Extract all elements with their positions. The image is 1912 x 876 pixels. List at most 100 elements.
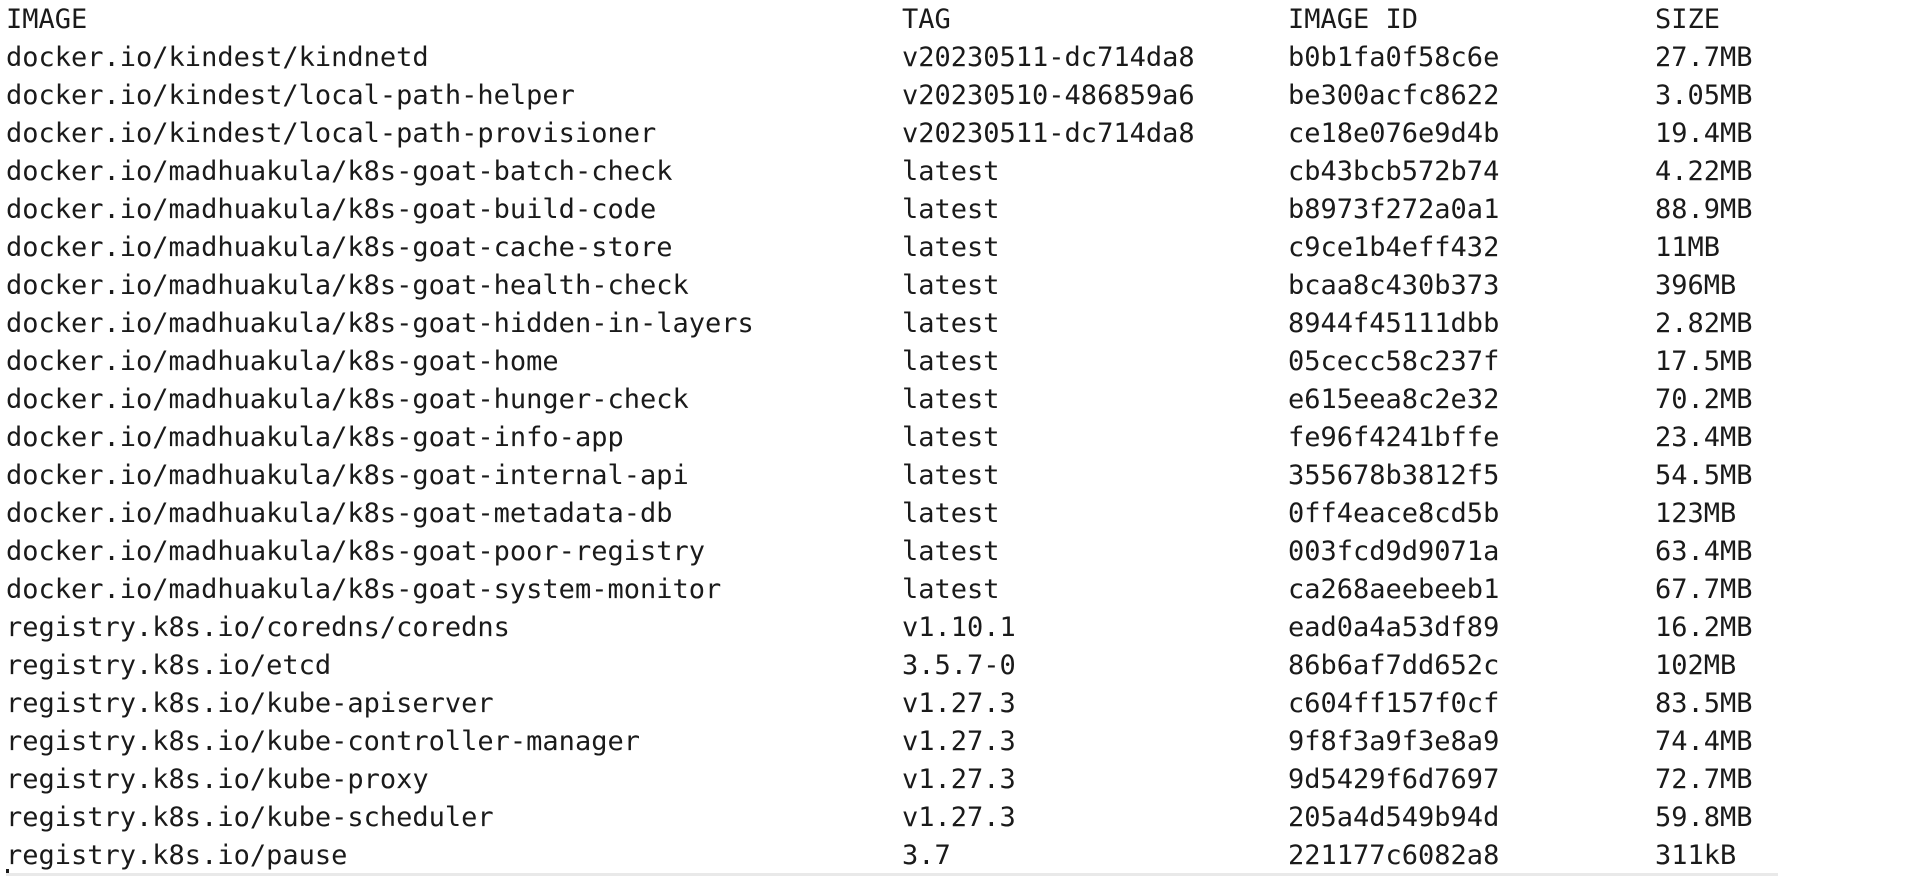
cell-size: 23.4MB (1655, 422, 1753, 453)
column-header-tag: TAG (902, 4, 951, 35)
cell-size: 54.5MB (1655, 460, 1753, 491)
cell-size: 311kB (1655, 840, 1737, 871)
cell-image: docker.io/kindest/local-path-helper (6, 80, 575, 111)
cell-image: registry.k8s.io/etcd (6, 650, 332, 681)
cell-image-id: e615eea8c2e32 (1288, 384, 1500, 415)
cell-image-id: ead0a4a53df89 (1288, 612, 1500, 643)
cell-size: 67.7MB (1655, 574, 1753, 605)
terminal-output: IMAGE TAG IMAGE ID SIZE docker.io/kindes… (0, 0, 1912, 876)
cell-tag: latest (902, 384, 1000, 415)
table-row: docker.io/madhuakula/k8s-goat-cache-stor… (0, 229, 1912, 267)
table-row: registry.k8s.io/etcd 3.5.7-0 86b6af7dd652c… (0, 647, 1912, 685)
table-row: registry.k8s.io/kube-controller-manager v… (0, 723, 1912, 761)
cell-tag: latest (902, 194, 1000, 225)
cell-image: registry.k8s.io/pause (6, 840, 348, 871)
cell-image-id: b0b1fa0f58c6e (1288, 42, 1500, 73)
table-row: docker.io/madhuakula/k8s-goat-system-mon… (0, 571, 1912, 609)
image-list: docker.io/kindest/kindnetd v20230511-dc71… (0, 39, 1912, 875)
cell-size: 27.7MB (1655, 42, 1753, 73)
table-row: registry.k8s.io/coredns/coredns v1.10.1 ea… (0, 609, 1912, 647)
cell-image-id: 355678b3812f5 (1288, 460, 1500, 491)
cell-size: 17.5MB (1655, 346, 1753, 377)
table-row: docker.io/madhuakula/k8s-goat-hunger-che… (0, 381, 1912, 419)
cell-size: 102MB (1655, 650, 1737, 681)
cell-size: 59.8MB (1655, 802, 1753, 833)
table-row: docker.io/madhuakula/k8s-goat-home latest… (0, 343, 1912, 381)
table-row: docker.io/kindest/local-path-provisioner… (0, 115, 1912, 153)
cell-size: 19.4MB (1655, 118, 1753, 149)
cell-image: docker.io/kindest/kindnetd (6, 42, 429, 73)
cell-tag: latest (902, 346, 1000, 377)
cell-image-id: c9ce1b4eff432 (1288, 232, 1500, 263)
cell-image: registry.k8s.io/kube-scheduler (6, 802, 494, 833)
cell-image: docker.io/madhuakula/k8s-goat-internal-a… (6, 460, 689, 491)
table-row: docker.io/madhuakula/k8s-goat-batch-chec… (0, 153, 1912, 191)
cell-image-id: cb43bcb572b74 (1288, 156, 1500, 187)
cell-tag: latest (902, 232, 1000, 263)
cell-image-id: 05cecc58c237f (1288, 346, 1500, 377)
cell-size: 123MB (1655, 498, 1737, 529)
cell-image-id: ca268aeebeeb1 (1288, 574, 1500, 605)
cell-size: 74.4MB (1655, 726, 1753, 757)
cell-image-id: 205a4d549b94d (1288, 802, 1500, 833)
cell-image-id: 221177c6082a8 (1288, 840, 1500, 871)
table-row: docker.io/madhuakula/k8s-goat-build-code… (0, 191, 1912, 229)
cell-image-id: 9f8f3a9f3e8a9 (1288, 726, 1500, 757)
cell-image: docker.io/madhuakula/k8s-goat-info-app (6, 422, 624, 453)
cell-image-id: be300acfc8622 (1288, 80, 1500, 111)
cell-image: docker.io/madhuakula/k8s-goat-cache-stor… (6, 232, 673, 263)
cell-size: 11MB (1655, 232, 1721, 263)
cell-image: docker.io/madhuakula/k8s-goat-hidden-in-… (6, 308, 754, 339)
table-row: docker.io/kindest/local-path-helper v2023… (0, 77, 1912, 115)
cell-image-id: 003fcd9d9071a (1288, 536, 1500, 567)
cell-image-id: 8944f45111dbb (1288, 308, 1500, 339)
cell-image-id: bcaa8c430b373 (1288, 270, 1500, 301)
column-header-image: IMAGE (6, 4, 88, 35)
column-header-image-id: IMAGE ID (1288, 4, 1419, 35)
cell-tag: v20230510-486859a6 (902, 80, 1195, 111)
cell-tag: v1.27.3 (902, 764, 1016, 795)
cell-size: 83.5MB (1655, 688, 1753, 719)
cell-image: registry.k8s.io/kube-apiserver (6, 688, 494, 719)
table-row: registry.k8s.io/kube-proxy v1.27.3 9d5429f… (0, 761, 1912, 799)
cell-tag: latest (902, 422, 1000, 453)
cell-image: docker.io/madhuakula/k8s-goat-poor-regis… (6, 536, 705, 567)
cell-tag: latest (902, 460, 1000, 491)
cell-image: registry.k8s.io/kube-controller-manager (6, 726, 640, 757)
cell-tag: 3.5.7-0 (902, 650, 1016, 681)
column-header-size: SIZE (1655, 4, 1721, 35)
cell-image: docker.io/madhuakula/k8s-goat-home (6, 346, 559, 377)
cell-size: 63.4MB (1655, 536, 1753, 567)
cell-tag: v1.27.3 (902, 802, 1016, 833)
cell-size: 4.22MB (1655, 156, 1753, 187)
cell-tag: latest (902, 156, 1000, 187)
cell-image: docker.io/madhuakula/k8s-goat-health-che… (6, 270, 689, 301)
table-row: registry.k8s.io/kube-scheduler v1.27.3 205… (0, 799, 1912, 837)
cell-size: 88.9MB (1655, 194, 1753, 225)
cell-image-id: fe96f4241bffe (1288, 422, 1500, 453)
cell-image: docker.io/madhuakula/k8s-goat-system-mon… (6, 574, 722, 605)
table-row: docker.io/kindest/kindnetd v20230511-dc71… (0, 39, 1912, 77)
table-row: docker.io/madhuakula/k8s-goat-hidden-in-… (0, 305, 1912, 343)
cell-image: registry.k8s.io/kube-proxy (6, 764, 429, 795)
cell-image: docker.io/kindest/local-path-provisioner (6, 118, 657, 149)
cell-tag: latest (902, 574, 1000, 605)
cell-image: registry.k8s.io/coredns/coredns (6, 612, 510, 643)
table-row: registry.k8s.io/kube-apiserver v1.27.3 c60… (0, 685, 1912, 723)
cell-image: docker.io/madhuakula/k8s-goat-hunger-che… (6, 384, 689, 415)
table-row: docker.io/madhuakula/k8s-goat-poor-regis… (0, 533, 1912, 571)
cell-size: 3.05MB (1655, 80, 1753, 111)
cell-tag: 3.7 (902, 840, 951, 871)
cell-image-id: ce18e076e9d4b (1288, 118, 1500, 149)
table-row: docker.io/madhuakula/k8s-goat-metadata-d… (0, 495, 1912, 533)
cell-tag: v1.10.1 (902, 612, 1016, 643)
cell-tag: v20230511-dc714da8 (902, 42, 1195, 73)
cell-image-id: 0ff4eace8cd5b (1288, 498, 1500, 529)
cell-image-id: c604ff157f0cf (1288, 688, 1500, 719)
cell-tag: latest (902, 498, 1000, 529)
table-row: docker.io/madhuakula/k8s-goat-health-che… (0, 267, 1912, 305)
cell-size: 70.2MB (1655, 384, 1753, 415)
cell-tag: latest (902, 308, 1000, 339)
cell-size: 396MB (1655, 270, 1737, 301)
cell-tag: latest (902, 270, 1000, 301)
